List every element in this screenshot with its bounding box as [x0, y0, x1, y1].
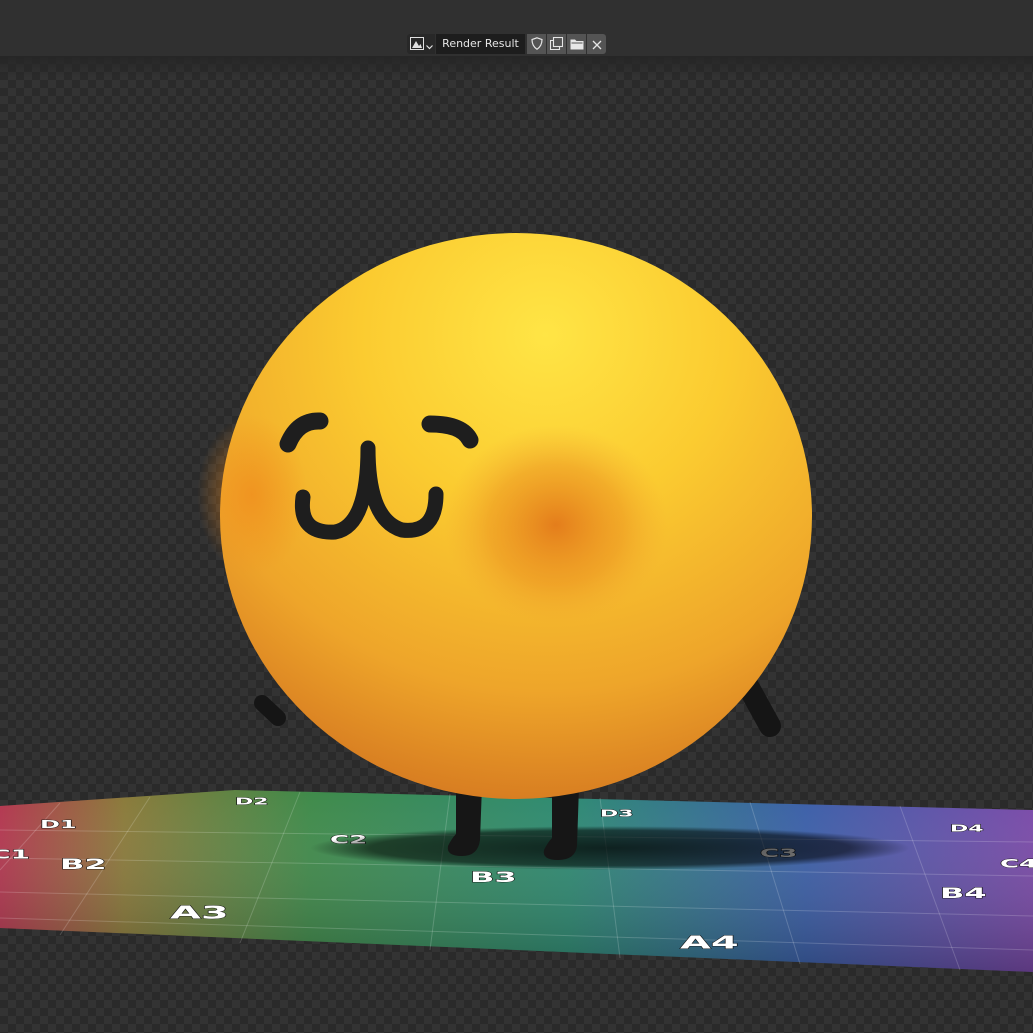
duplicate-icon [549, 35, 564, 54]
render-result-image: D1 D2 D3 D4 C1 C2 C3 C4 B2 B3 B4 A3 A4 [0, 233, 1033, 972]
floor-label: C4 [1000, 857, 1033, 871]
image-name-field[interactable]: Render Result [436, 34, 525, 54]
character-body [197, 233, 812, 799]
image-browse-icon [409, 35, 424, 54]
floor-label: D3 [600, 808, 634, 820]
floor-label: B2 [60, 856, 107, 873]
shield-icon [530, 35, 543, 54]
fake-user-button[interactable] [527, 34, 546, 54]
floor-label: D2 [235, 796, 269, 808]
floor-label: A4 [680, 932, 739, 953]
floor-label: D1 [40, 819, 77, 831]
close-icon [592, 35, 602, 54]
unlink-image-button[interactable] [587, 34, 606, 54]
floor-label: C1 [0, 848, 30, 863]
floor-label: A3 [170, 902, 229, 923]
floor-label: B4 [940, 885, 987, 902]
image-editor-window: D1 D2 D3 D4 C1 C2 C3 C4 B2 B3 B4 A3 A4 [0, 0, 1033, 1033]
image-browse-button[interactable] [407, 34, 435, 54]
folder-icon [570, 35, 584, 54]
floor-label: D4 [950, 823, 984, 835]
new-image-button[interactable] [547, 34, 566, 54]
floor-label: B3 [470, 869, 517, 886]
character-shadow [310, 826, 910, 870]
open-image-button[interactable] [567, 34, 586, 54]
chevron-down-icon [425, 35, 433, 54]
checker-floor: D1 D2 D3 D4 C1 C2 C3 C4 B2 B3 B4 A3 A4 [0, 790, 1033, 972]
